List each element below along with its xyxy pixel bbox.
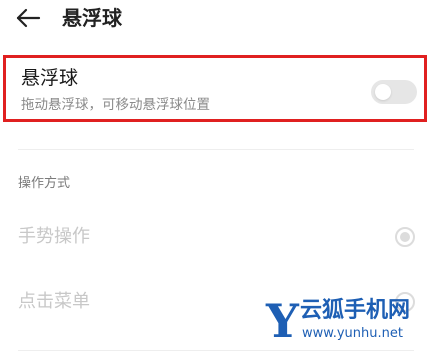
section-divider [18,149,414,150]
toggle-knob [375,84,391,100]
watermark-title: 云狐手机网 [300,298,411,323]
back-arrow-icon [16,8,41,28]
page-title: 悬浮球 [62,6,122,30]
floating-ball-setting[interactable]: 悬浮球 拖动悬浮球，可移动悬浮球位置 [3,55,427,122]
watermark-url: www.yunhu.net [302,326,403,341]
gesture-radio[interactable] [395,227,415,247]
option-gesture[interactable]: 手势操作 [18,222,418,252]
back-button[interactable] [14,5,44,31]
operation-mode-label: 操作方式 [18,176,71,191]
floating-ball-title: 悬浮球 [21,67,79,89]
bottom-divider [18,350,414,351]
watermark-logo: Y [266,294,299,348]
option-click-menu-label: 点击菜单 [18,291,90,312]
floating-ball-description: 拖动悬浮球，可移动悬浮球位置 [21,97,210,113]
watermark: Y 云狐手机网 www.yunhu.net [266,295,438,347]
floating-ball-toggle[interactable] [371,80,417,104]
option-gesture-label: 手势操作 [18,226,90,247]
header-bar: 悬浮球 [0,0,443,40]
